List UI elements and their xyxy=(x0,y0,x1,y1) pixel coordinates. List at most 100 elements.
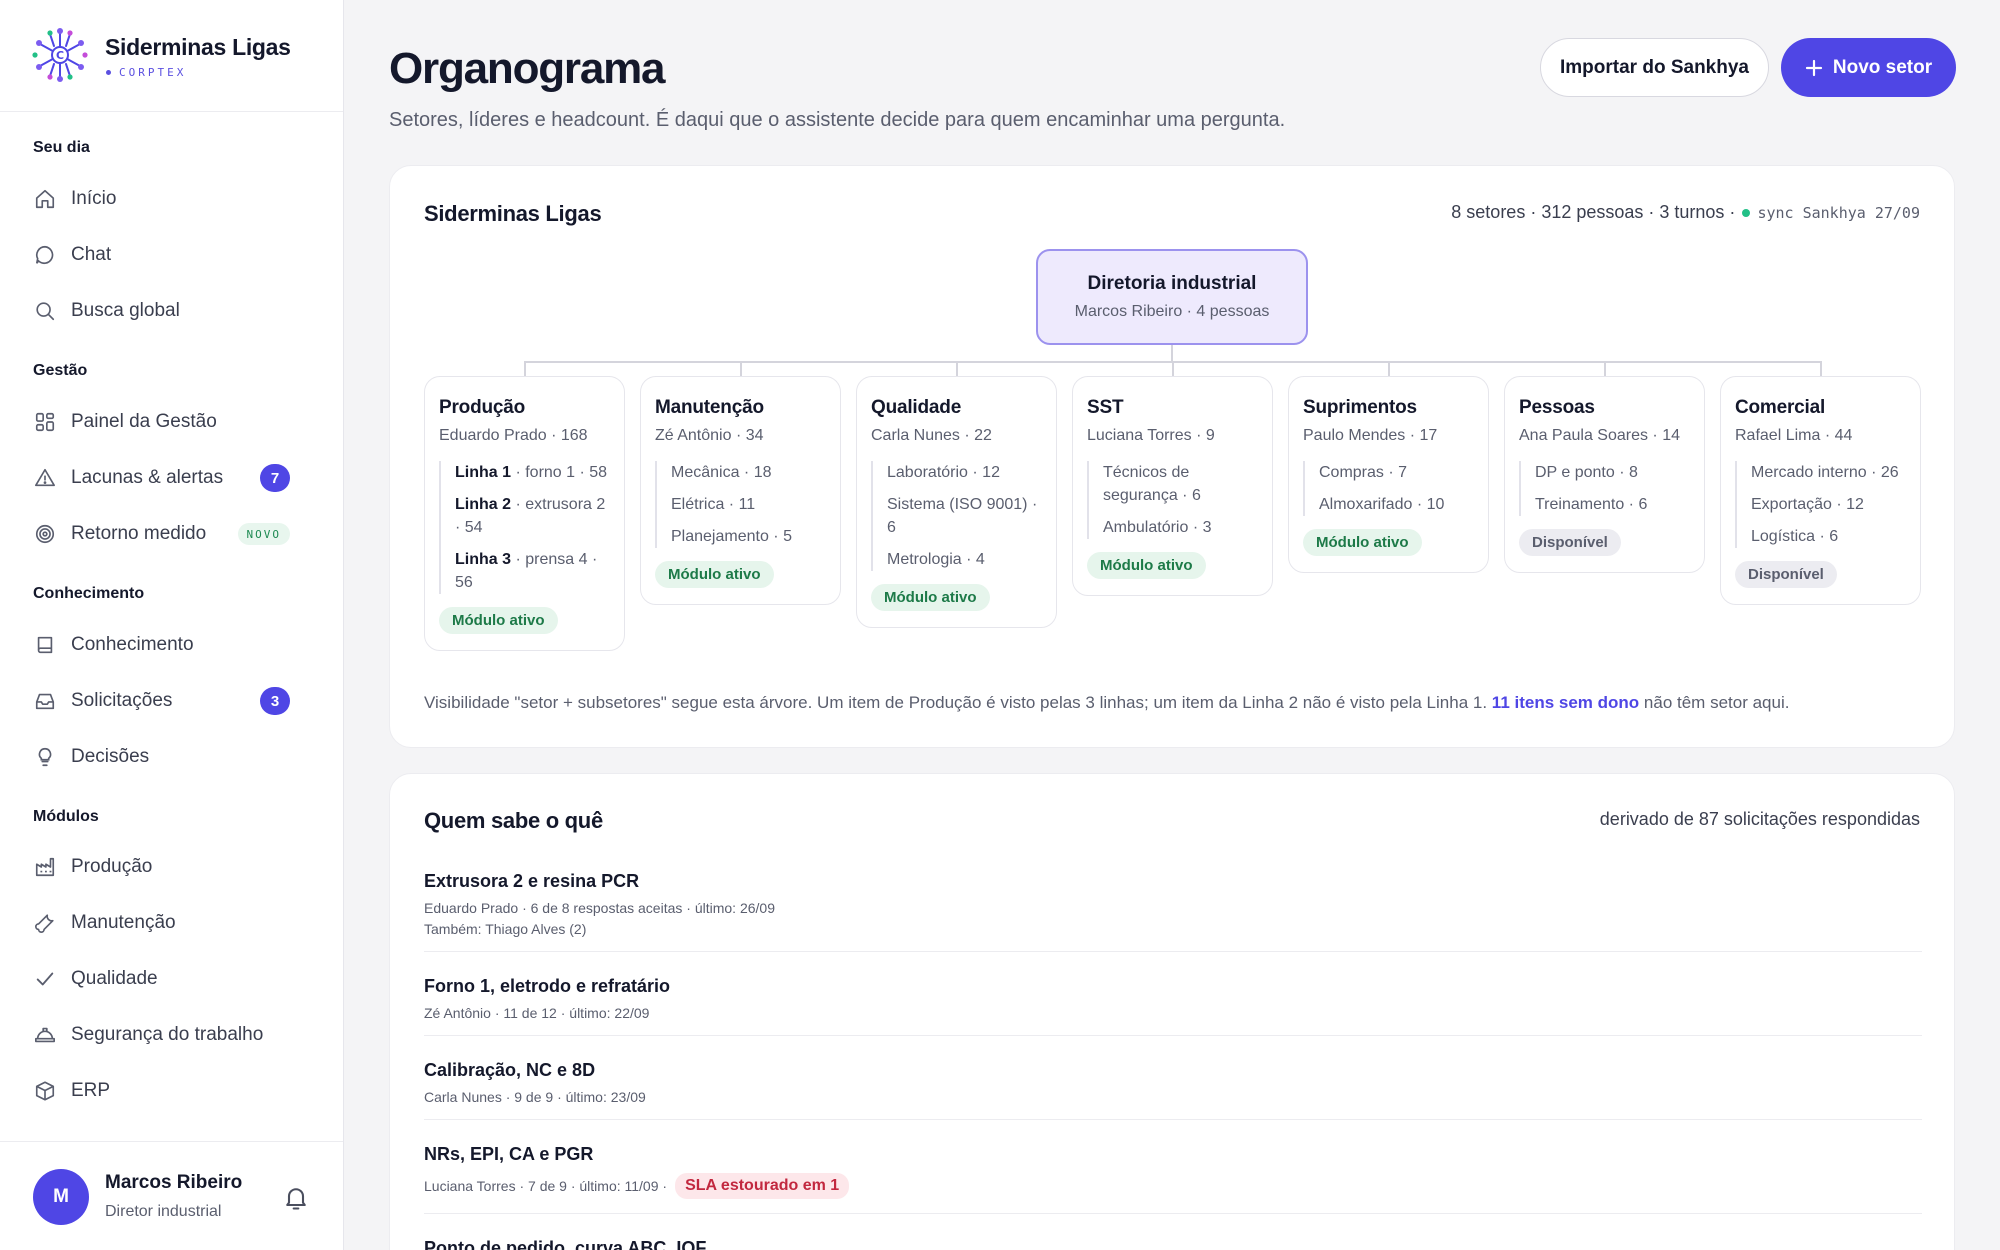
sidebar-item-chat[interactable]: Chat xyxy=(20,232,324,278)
subsector-name: Linha 3 xyxy=(455,551,512,568)
knowledge-also: Também: Thiago Alves (2) xyxy=(424,921,587,937)
sidebar-item-manutencao[interactable]: Manutenção xyxy=(20,900,324,946)
visibility-note: Visibilidade "setor + subsetores" segue … xyxy=(424,693,1789,713)
subsector-detail: Metrologia · 4 xyxy=(887,551,985,568)
knowledge-topic: Forno 1, eletrodo e refratário xyxy=(424,976,671,996)
department-card[interactable]: Produção Eduardo Prado · 168 Linha 1 · for… xyxy=(424,376,625,651)
subsector-item: Almoxarifado · 10 xyxy=(1319,493,1474,516)
sync-status-dot xyxy=(1742,208,1751,217)
target-icon xyxy=(33,522,57,546)
new-tag: NOVO xyxy=(237,523,290,545)
department-card[interactable]: Comercial Rafael Lima · 44 Mercado interno… xyxy=(1720,376,1921,605)
subsector-list: Mercado interno · 26 Exportação · 12 Logís… xyxy=(1735,461,1906,548)
department-card[interactable]: Qualidade Carla Nunes · 22 Laboratório · 1… xyxy=(856,376,1057,628)
unowned-items-link[interactable]: 11 itens sem dono xyxy=(1492,693,1639,712)
department-title: Manutenção xyxy=(655,397,764,418)
department-leader: Zé Antônio · 34 xyxy=(655,427,764,444)
sidebar-item-label: Decisões xyxy=(71,746,150,767)
module-status-badge: Disponível xyxy=(1735,561,1837,588)
sidebar-item-solicitacoes[interactable]: Solicitações 3 xyxy=(20,678,324,724)
subsector-detail: Sistema (ISO 9001) · 6 xyxy=(887,496,1038,536)
sidebar-item-qualidade[interactable]: Qualidade xyxy=(20,956,324,1002)
subsector-list: DP e ponto · 8 Treinamento · 6 xyxy=(1519,461,1690,516)
subsector-list: Técnicos de segurança · 6 Ambulatório · 3 xyxy=(1087,461,1258,539)
new-sector-button[interactable]: Novo setor xyxy=(1781,38,1956,97)
wrench-icon xyxy=(33,911,57,935)
knowledge-card: Quem sabe o quê derivado de 87 solicitaç… xyxy=(389,773,1955,1250)
sidebar-item-label: Retorno medido xyxy=(71,523,207,544)
subsector-list: Linha 1 · forno 1 · 58 Linha 2 · extrusor… xyxy=(439,461,610,594)
subsector-list: Compras · 7 Almoxarifado · 10 xyxy=(1303,461,1474,516)
home-icon xyxy=(33,187,57,211)
sidebar-item-lacunas-alertas[interactable]: Lacunas & alertas 7 xyxy=(20,455,324,501)
department-title: Comercial xyxy=(1735,397,1826,418)
subsector-item: Planejamento · 5 xyxy=(671,525,826,548)
sidebar-item-seguranca-do-trabalho[interactable]: Segurança do trabalho xyxy=(20,1012,324,1058)
sidebar-item-label: Conhecimento xyxy=(71,634,194,655)
department-card[interactable]: Pessoas Ana Paula Soares · 14 DP e ponto ·… xyxy=(1504,376,1705,573)
sidebar-item-retorno-medido[interactable]: Retorno medido NOVO xyxy=(20,511,324,557)
subsector-item: Linha 1 · forno 1 · 58 xyxy=(455,461,610,484)
chat-icon xyxy=(33,243,57,267)
sidebar-item-label: Lacunas & alertas xyxy=(71,467,224,488)
tree-branch-line xyxy=(1604,361,1606,377)
root-title: Diretoria industrial xyxy=(1087,273,1257,294)
department-leader: Rafael Lima · 44 xyxy=(1735,427,1853,444)
department-title: Pessoas xyxy=(1519,397,1595,418)
list-item[interactable]: Calibração, NC e 8D Carla Nunes · 9 de 9 … xyxy=(424,1060,1922,1120)
subsector-item: Sistema (ISO 9001) · 6 xyxy=(887,493,1042,539)
subsector-item: DP e ponto · 8 xyxy=(1535,461,1690,484)
knowledge-topic: Ponto de pedido, curva ABC, IQF xyxy=(424,1238,707,1250)
cube-icon xyxy=(33,1079,57,1103)
alert-icon xyxy=(33,466,57,490)
list-item[interactable]: Ponto de pedido, curva ABC, IQF xyxy=(424,1238,1922,1250)
inbox-icon xyxy=(33,689,57,713)
tree-branch-line xyxy=(1172,361,1174,377)
sidebar-item-busca-global[interactable]: Busca global xyxy=(20,288,324,334)
module-status-badge: Módulo ativo xyxy=(439,607,558,634)
sidebar-item-inicio[interactable]: Início xyxy=(20,176,324,222)
department-leader: Carla Nunes · 22 xyxy=(871,427,992,444)
subsector-list: Mecânica · 18 Elétrica · 11 Planejamento ·… xyxy=(655,461,826,548)
knowledge-expert-meta: Luciana Torres · 7 de 9 · último: 11/09 … xyxy=(424,1178,668,1194)
svg-text:C: C xyxy=(56,49,64,62)
department-card[interactable]: Suprimentos Paulo Mendes · 17 Compras · 7 A… xyxy=(1288,376,1489,573)
sidebar-item-conhecimento[interactable]: Conhecimento xyxy=(20,622,324,668)
org-meta-text: 8 setores · 312 pessoas · 3 turnos · xyxy=(1451,202,1736,222)
org-root-node[interactable]: Diretoria industrial Marcos Ribeiro · 4 … xyxy=(1036,249,1308,345)
bell-icon[interactable] xyxy=(282,1184,310,1212)
avatar[interactable]: M xyxy=(33,1169,89,1225)
alerts-count-badge: 7 xyxy=(260,464,290,492)
tree-branch-line xyxy=(740,361,742,377)
org-title: Siderminas Ligas xyxy=(424,201,602,226)
list-item[interactable]: Forno 1, eletrodo e refratário Zé Antônio… xyxy=(424,976,1922,1036)
sidebar-item-erp[interactable]: ERP xyxy=(20,1068,324,1114)
subsector-detail: Logística · 6 xyxy=(1751,528,1839,545)
visibility-note-text: Visibilidade "setor + subsetores" segue … xyxy=(424,693,1488,712)
knowledge-meta: derivado de 87 solicitações respondidas xyxy=(1599,809,1920,829)
sidebar-item-painel-da-gestao[interactable]: Painel da Gestão xyxy=(20,399,324,445)
subsector-detail: Mercado interno · 26 xyxy=(1751,464,1899,481)
module-status-badge: Módulo ativo xyxy=(1087,552,1206,579)
sidebar-item-label: Solicitações xyxy=(71,690,173,711)
subsector-item: Elétrica · 11 xyxy=(671,493,826,516)
user-profile[interactable]: M Marcos Ribeiro Diretor industrial xyxy=(0,1141,343,1250)
import-sankhya-button[interactable]: Importar do Sankhya xyxy=(1540,38,1769,97)
department-card[interactable]: Manutenção Zé Antônio · 34 Mecânica · 18 El… xyxy=(640,376,841,605)
page-title: Organograma xyxy=(389,44,666,93)
sla-alert-badge: SLA estourado em 1 xyxy=(675,1173,850,1199)
subsector-item: Mecânica · 18 xyxy=(671,461,826,484)
sidebar-item-decisoes[interactable]: Decisões xyxy=(20,734,324,780)
subsector-detail: DP e ponto · 8 xyxy=(1535,464,1638,481)
sidebar-item-producao[interactable]: Produção xyxy=(20,844,324,890)
lightbulb-icon xyxy=(33,745,57,769)
knowledge-meta-row: Eduardo Prado · 6 de 8 respostas aceitas… xyxy=(424,900,1922,916)
search-icon xyxy=(33,299,57,323)
list-item[interactable]: NRs, EPI, CA e PGR Luciana Torres · 7 de … xyxy=(424,1144,1922,1214)
tree-branch-line xyxy=(956,361,958,377)
list-item[interactable]: Extrusora 2 e resina PCR Eduardo Prado · … xyxy=(424,871,1922,952)
brand-name: Siderminas Ligas xyxy=(105,34,291,60)
department-card[interactable]: SST Luciana Torres · 9 Técnicos de seguran… xyxy=(1072,376,1273,596)
tree-branch-line xyxy=(1820,361,1822,377)
knowledge-meta-row: Carla Nunes · 9 de 9 · último: 23/09 xyxy=(424,1089,1922,1105)
